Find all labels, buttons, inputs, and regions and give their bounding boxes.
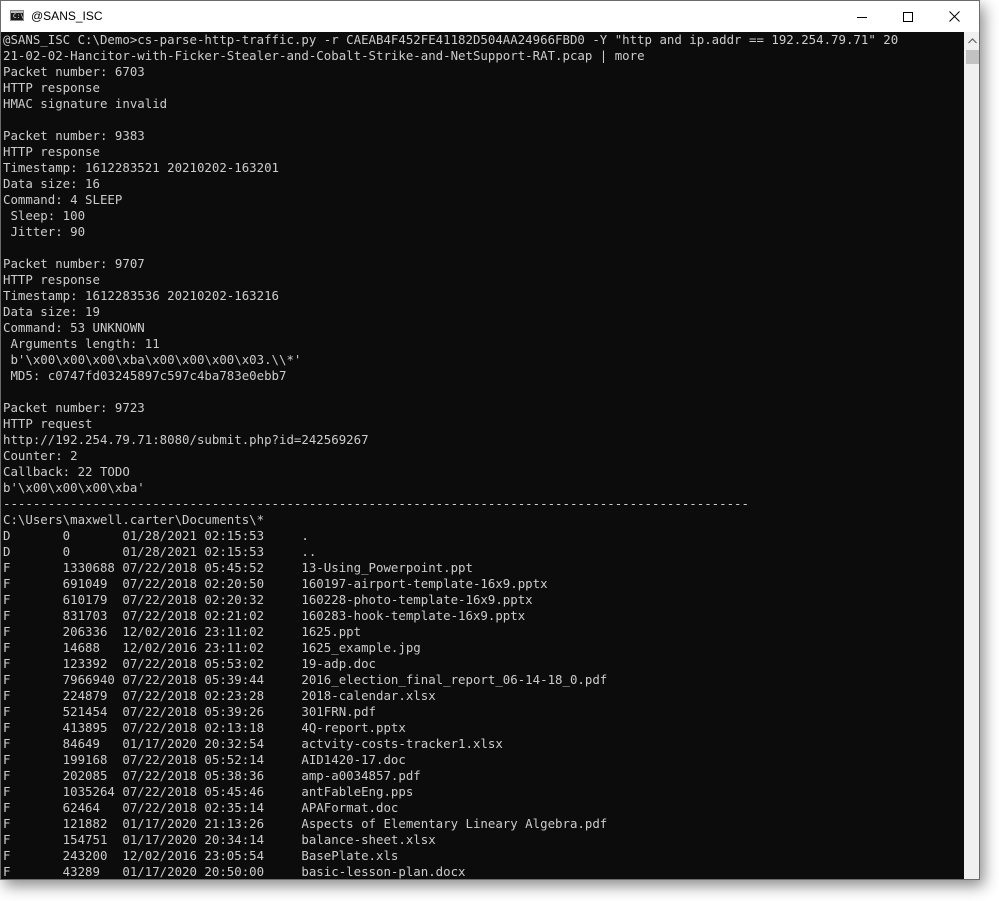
console-line: F 123392 07/22/2018 05:53:02 19-adp.doc <box>3 656 376 671</box>
console-output[interactable]: @SANS_ISC C:\Demo>cs-parse-http-traffic.… <box>1 32 964 879</box>
scroll-up-arrow-icon <box>968 37 977 43</box>
console-line: F 224879 07/22/2018 02:23:28 2018-calend… <box>3 688 436 703</box>
console-window: C:\ @SANS_ISC @SANS_ISC C:\Demo>cs-parse… <box>0 0 980 880</box>
console-line: HMAC signature invalid <box>3 96 168 111</box>
console-line: ----------------------------------------… <box>3 496 749 511</box>
console-line: F 1330688 07/22/2018 05:45:52 13-Using_P… <box>3 560 473 575</box>
console-line: HTTP response <box>3 144 100 159</box>
console-line: F 62464 07/22/2018 02:35:14 APAFormat.do… <box>3 800 399 815</box>
console-line: F 14688 12/02/2016 23:11:02 1625_example… <box>3 640 421 655</box>
console-line: Timestamp: 1612283521 20210202-163201 <box>3 160 280 175</box>
console-line: D 0 01/28/2021 02:15:53 . <box>3 528 309 543</box>
maximize-icon <box>903 11 913 22</box>
console-line: F 121882 01/17/2020 21:13:26 Aspects of … <box>3 816 608 831</box>
console-line: Sleep: 100 <box>3 208 86 223</box>
title-bar[interactable]: C:\ @SANS_ISC <box>1 1 979 32</box>
maximize-button[interactable] <box>885 1 931 32</box>
console-line: F 413895 07/22/2018 02:13:18 4Q-report.p… <box>3 720 406 735</box>
console-line: F 691049 07/22/2018 02:20:50 160197-airp… <box>3 576 548 591</box>
console-line: Packet number: 9707 <box>3 256 145 271</box>
console-line: F 243200 12/02/2016 23:05:54 BasePlate.x… <box>3 848 399 863</box>
console-line: F 43289 01/17/2020 20:50:00 basic-lesson… <box>3 864 466 879</box>
console-icon[interactable]: C:\ <box>10 10 24 21</box>
console-line: HTTP request <box>3 416 93 431</box>
console-line: Timestamp: 1612283536 20210202-163216 <box>3 288 280 303</box>
console-line: Packet number: 9383 <box>3 128 145 143</box>
console-line: Counter: 2 <box>3 448 78 463</box>
console-line: F 154751 01/17/2020 20:34:14 balance-she… <box>3 832 436 847</box>
console-line: F 521454 07/22/2018 05:39:26 301FRN.pdf <box>3 704 376 719</box>
console-line: F 1035264 07/22/2018 05:45:46 antFableEn… <box>3 784 414 799</box>
vertical-scrollbar[interactable] <box>964 32 979 879</box>
console-line: b'\x00\x00\x00\xba' <box>3 480 145 495</box>
console-line: D 0 01/28/2021 02:15:53 .. <box>3 544 317 559</box>
console-line: Data size: 19 <box>3 304 100 319</box>
console-line: HTTP response <box>3 272 100 287</box>
console-line: 21-02-02-Hancitor-with-Ficker-Stealer-an… <box>3 48 645 63</box>
console-icon-label: C:\ <box>13 13 24 20</box>
console-line: b'\x00\x00\x00\xba\x00\x00\x00\x03.\\*' <box>3 352 302 367</box>
console-line: Packet number: 9723 <box>3 400 145 415</box>
console-line: Command: 53 UNKNOWN <box>3 320 145 335</box>
console-line: Packet number: 6703 <box>3 64 145 79</box>
close-button[interactable] <box>931 1 977 32</box>
minimize-icon <box>857 16 867 18</box>
console-line: MD5: c0747fd03245897c597c4ba783e0ebb7 <box>3 368 287 383</box>
minimize-button[interactable] <box>839 1 885 32</box>
window-title: @SANS_ISC <box>31 9 103 23</box>
console-line: F 610179 07/22/2018 02:20:32 160228-phot… <box>3 592 533 607</box>
close-icon <box>948 11 960 22</box>
console-line: @SANS_ISC C:\Demo>cs-parse-http-traffic.… <box>3 32 899 47</box>
console-line: F 202085 07/22/2018 05:38:36 amp-a003485… <box>3 768 421 783</box>
console-line: http://192.254.79.71:8080/submit.php?id=… <box>3 432 369 447</box>
console-line: HTTP response <box>3 80 100 95</box>
console-line: Arguments length: 11 <box>3 336 160 351</box>
console-line: C:\Users\maxwell.carter\Documents\* <box>3 512 265 527</box>
scroll-up-button[interactable] <box>964 32 979 49</box>
console-line: F 199168 07/22/2018 05:52:14 AID1420-17.… <box>3 752 406 767</box>
console-line: F 7966940 07/22/2018 05:39:44 2016_elect… <box>3 672 608 687</box>
scrollbar-thumb[interactable] <box>966 50 979 64</box>
console-line: Command: 4 SLEEP <box>3 192 123 207</box>
console-line: F 831703 07/22/2018 02:21:02 160283-hook… <box>3 608 526 623</box>
console-line: F 206336 12/02/2016 23:11:02 1625.ppt <box>3 624 362 639</box>
console-line: F 84649 01/17/2020 20:32:54 actvity-cost… <box>3 736 503 751</box>
console-line: Jitter: 90 <box>3 224 86 239</box>
console-line: Callback: 22 TODO <box>3 464 130 479</box>
console-line: Data size: 16 <box>3 176 100 191</box>
